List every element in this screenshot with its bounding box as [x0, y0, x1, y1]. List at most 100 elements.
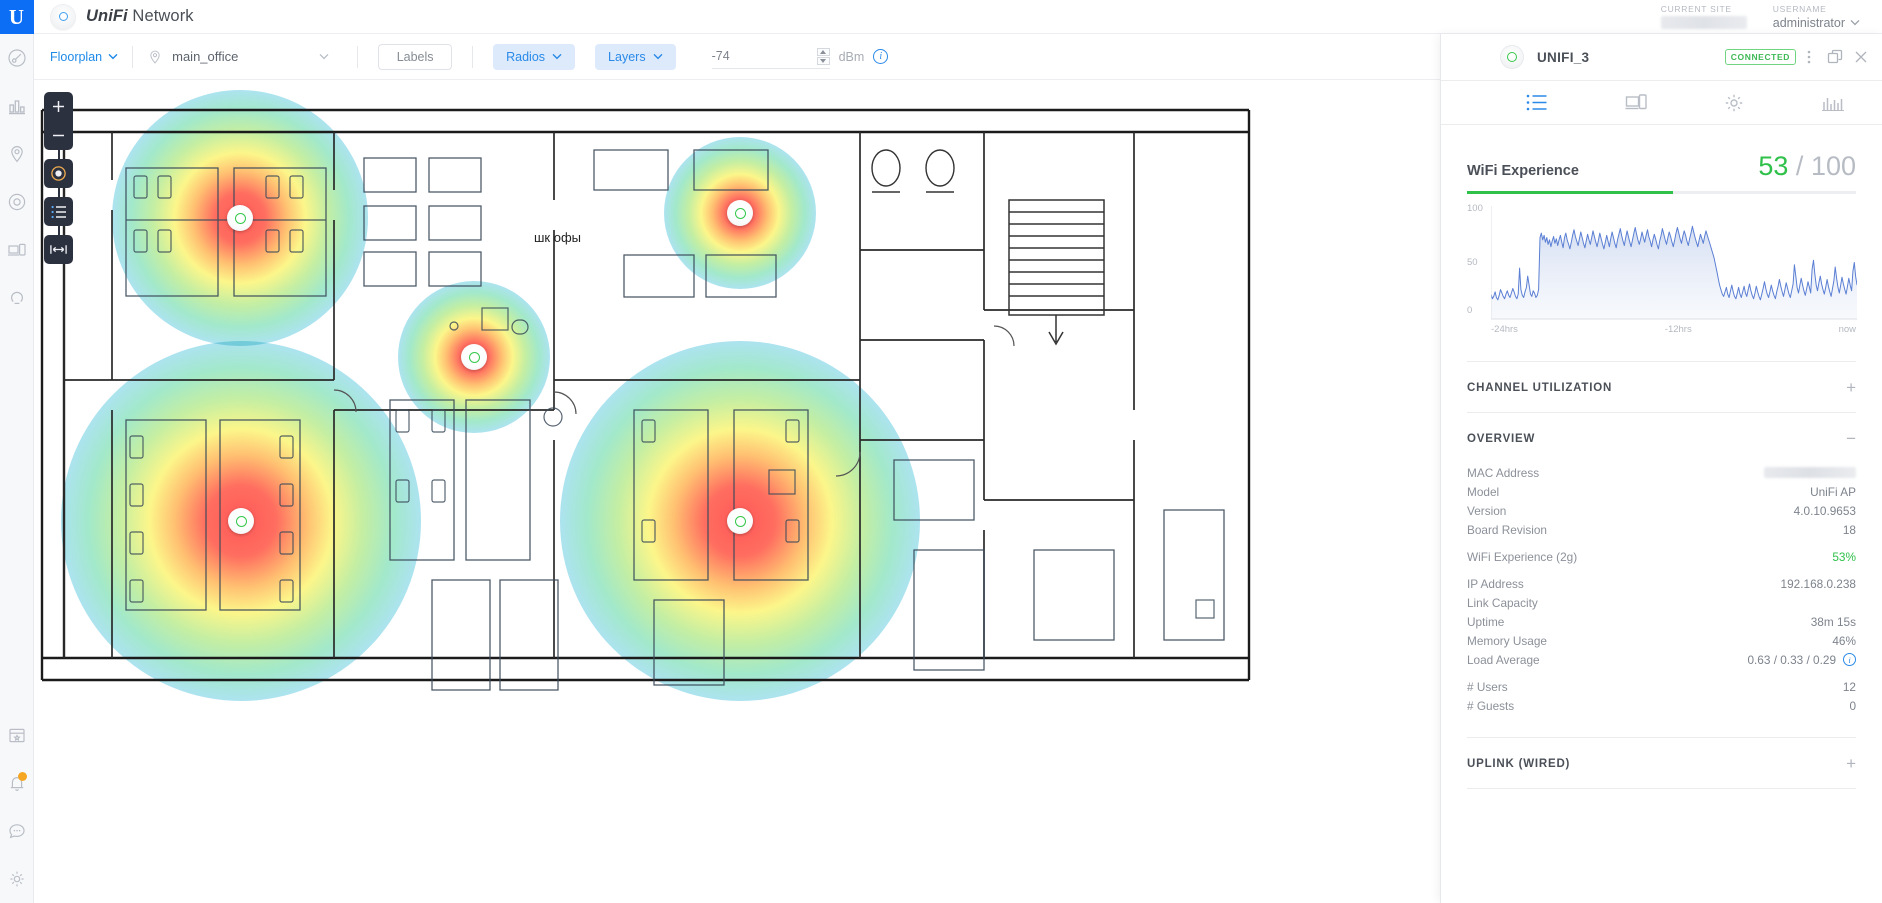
tab-statistics[interactable]: [1784, 81, 1882, 124]
overview-row-value: 38m 15s: [1811, 615, 1856, 629]
sidebar-item-insights[interactable]: [0, 274, 34, 322]
floorplan-selector[interactable]: Floorplan: [34, 50, 132, 64]
overview-row: Link Capacity: [1467, 593, 1856, 612]
chart-plot: [1491, 206, 1857, 320]
info-icon[interactable]: i: [873, 49, 889, 64]
overview-row: Board Revision 18: [1467, 520, 1856, 539]
overview-row-value: 0.63 / 0.33 / 0.29 i: [1747, 653, 1856, 667]
username-block[interactable]: USERNAME administrator: [1773, 4, 1860, 30]
chevron-down-icon: [108, 53, 118, 60]
section-toggle-icon[interactable]: +: [1846, 755, 1856, 772]
section-uplink[interactable]: UPLINK (WIRED) +: [1467, 737, 1856, 788]
section-toggle-icon[interactable]: +: [1846, 379, 1856, 396]
ap-marker-2[interactable]: [727, 200, 753, 226]
zoom-out-button[interactable]: [44, 121, 73, 150]
popout-icon[interactable]: [1822, 49, 1848, 65]
overview-row-value: 4.0.10.9653: [1794, 504, 1856, 518]
chart-y-tick: 100: [1467, 203, 1483, 214]
sidebar-item-chat[interactable]: [0, 807, 34, 855]
wifi-experience-bar: [1467, 191, 1856, 194]
sidebar-item-devices[interactable]: [0, 178, 34, 226]
sidebar-item-settings[interactable]: [0, 855, 34, 903]
wifi-experience-title: WiFi Experience: [1467, 163, 1579, 179]
redacted-mac-address: [1764, 467, 1856, 478]
overview-row-value: 12: [1843, 680, 1856, 694]
dbm-unit-label: dBm: [838, 49, 865, 64]
floorplan-name-dropdown[interactable]: main_office: [133, 49, 343, 65]
labels-button[interactable]: Labels: [378, 43, 453, 70]
layers-button[interactable]: Layers: [595, 43, 676, 70]
brand: UniFi Network: [34, 4, 194, 29]
dbm-stepper[interactable]: [816, 47, 830, 65]
panel-tabs: [1441, 81, 1882, 125]
toolbar-divider: [357, 45, 359, 68]
alerts-notification-dot: [17, 772, 27, 781]
unifi-puck-icon: [51, 4, 75, 29]
wifi-experience-score: 53: [1758, 151, 1789, 181]
sidebar-item-alerts[interactable]: [0, 759, 34, 807]
current-site-block[interactable]: CURRENT SITE: [1660, 4, 1747, 29]
sidebar-item-statistics[interactable]: [0, 82, 34, 130]
close-icon[interactable]: [1848, 49, 1874, 65]
room-label: шк офы: [534, 230, 581, 245]
signal-threshold-control: -74 dBm i: [711, 45, 889, 69]
overview-row-value: 53%: [1832, 550, 1856, 564]
overview-row-key: Board Revision: [1467, 522, 1547, 537]
control-connector: [57, 188, 60, 197]
dbm-input[interactable]: -74: [711, 45, 830, 69]
device-icon: [1501, 46, 1523, 68]
sidebar-item-map[interactable]: [0, 130, 34, 178]
overview-row-value: 18: [1843, 523, 1856, 537]
ap-marker-1[interactable]: [227, 205, 253, 231]
control-connector: [57, 150, 60, 159]
overview-row-text: 0: [1849, 698, 1856, 713]
dbm-increment-button[interactable]: [816, 47, 830, 56]
device-details-panel: UNIFI_3 CONNECTED WiFi Experience 53 / 1…: [1440, 34, 1882, 903]
locate-ap-button[interactable]: [44, 159, 73, 188]
dbm-decrement-button[interactable]: [816, 56, 830, 65]
tab-config[interactable]: [1685, 81, 1784, 124]
tab-details[interactable]: [1488, 81, 1587, 124]
overview-row: IP Address 192.168.0.238: [1467, 574, 1856, 593]
left-nav-rail: U: [0, 0, 34, 903]
chart-x-tick: -12hrs: [1664, 324, 1692, 335]
ap-marker-4[interactable]: [228, 508, 254, 534]
section-channel-utilization[interactable]: CHANNEL UTILIZATION +: [1467, 361, 1856, 412]
chart-y-tick: 50: [1467, 257, 1478, 268]
overview-row-key: WiFi Experience (2g): [1467, 549, 1578, 564]
tab-clients[interactable]: [1587, 81, 1686, 124]
username-value[interactable]: administrator: [1773, 16, 1860, 30]
more-options-icon[interactable]: [1796, 49, 1822, 65]
sidebar-item-events[interactable]: [0, 711, 34, 759]
overview-row-key: MAC Address: [1467, 465, 1540, 480]
legend-control-group: [44, 197, 73, 226]
dbm-value: -74: [711, 49, 730, 63]
overview-row-key: IP Address: [1467, 576, 1524, 591]
ap-marker-5[interactable]: [727, 508, 753, 534]
overview-row-value: [1764, 467, 1856, 478]
section-title: OVERVIEW: [1467, 432, 1536, 445]
overview-row-key: Memory Usage: [1467, 633, 1547, 648]
sidebar-item-clients[interactable]: [0, 226, 34, 274]
overview-row: # Users 12: [1467, 677, 1856, 696]
measure-button[interactable]: [44, 235, 73, 264]
ubiquiti-logo[interactable]: U: [0, 0, 34, 34]
sidebar-item-dashboard[interactable]: [0, 34, 34, 82]
row-gap: [1467, 539, 1856, 547]
overview-row-value: 0: [1849, 699, 1856, 713]
legend-button[interactable]: [44, 197, 73, 226]
zoom-in-button[interactable]: [44, 92, 73, 121]
radios-button[interactable]: Radios: [493, 43, 576, 70]
ap-marker-3[interactable]: [461, 344, 487, 370]
username-caption: USERNAME: [1772, 3, 1827, 14]
device-name: UNIFI_3: [1537, 49, 1590, 65]
floorplan-drawing: шк офы: [40, 108, 1251, 691]
overview-row: Model UniFi AP: [1467, 482, 1856, 501]
overview-row-value: UniFi AP: [1810, 485, 1856, 499]
wifi-experience-header: WiFi Experience 53 / 100: [1467, 125, 1856, 182]
map-pin-icon: [150, 50, 160, 64]
section-overview[interactable]: OVERVIEW −: [1467, 412, 1856, 463]
info-icon[interactable]: i: [1843, 653, 1856, 666]
section-toggle-icon[interactable]: −: [1846, 430, 1856, 447]
row-gap: [1467, 566, 1856, 574]
